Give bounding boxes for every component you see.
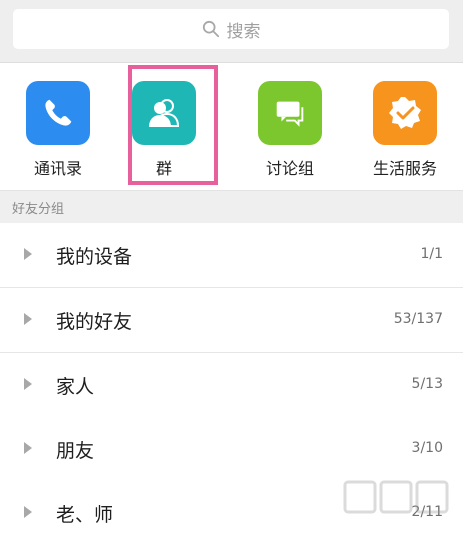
quick-item-label: 讨论组 (265, 159, 314, 178)
section-header: 好友分组 (0, 190, 463, 224)
quick-item-life-services[interactable]: 生活服务 (347, 63, 463, 188)
search-icon (202, 20, 219, 38)
watermark-logo (343, 480, 449, 514)
group-count: 5/13 (411, 376, 443, 392)
badge-check-icon (373, 81, 437, 145)
quick-item-label: 生活服务 (372, 159, 437, 178)
expand-arrow-icon (24, 248, 32, 260)
group-name: 朋友 (56, 440, 95, 462)
group-row[interactable]: 我的设备 1/1 (0, 223, 463, 288)
group-row[interactable]: 朋友 3/10 (0, 417, 463, 482)
search-bar: 搜索 (0, 0, 463, 63)
group-name: 家人 (56, 376, 95, 398)
chat-bubbles-icon (258, 81, 322, 145)
expand-arrow-icon (24, 506, 32, 518)
group-count: 53/137 (393, 311, 443, 327)
expand-arrow-icon (24, 442, 32, 454)
expand-arrow-icon (24, 313, 32, 325)
phone-icon (26, 81, 90, 145)
quick-item-discussion[interactable]: 讨论组 (232, 63, 348, 188)
expand-arrow-icon (24, 378, 32, 390)
quick-actions: 通讯录 群 讨论组 生活服务 (0, 63, 463, 188)
section-title: 好友分组 (12, 202, 65, 217)
highlight-box (128, 65, 218, 185)
quick-item-label: 通讯录 (33, 159, 82, 178)
search-placeholder: 搜索 (226, 21, 261, 42)
group-row[interactable]: 我的好友 53/137 (0, 288, 463, 353)
quick-item-contacts[interactable]: 通讯录 (0, 63, 116, 188)
group-row[interactable]: 家人 5/13 (0, 353, 463, 418)
group-name: 我的好友 (56, 311, 133, 333)
search-input[interactable]: 搜索 (13, 9, 449, 49)
group-count: 3/10 (411, 440, 443, 456)
group-count: 1/1 (420, 246, 443, 262)
group-name: 老、师 (56, 504, 114, 526)
group-name: 我的设备 (56, 246, 133, 268)
